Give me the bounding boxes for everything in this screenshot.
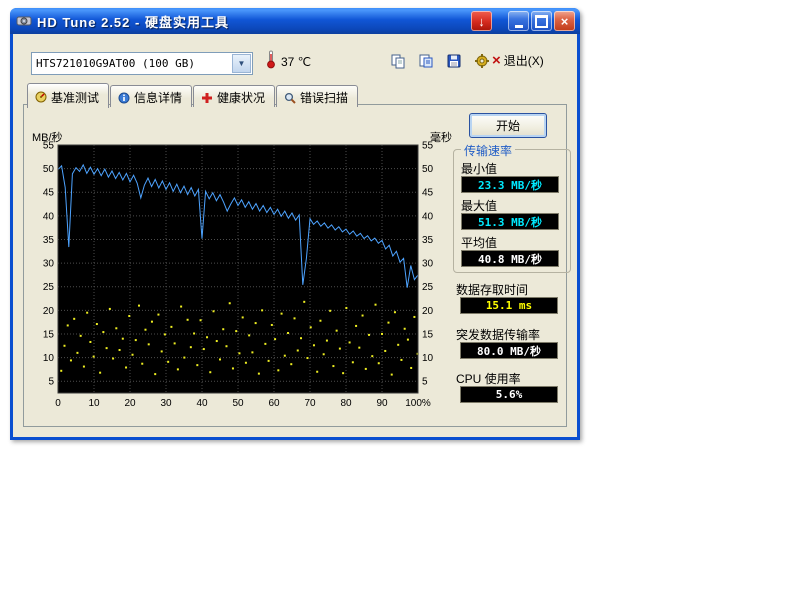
- options-button[interactable]: [472, 52, 492, 70]
- exit-label: 退出(X): [504, 52, 544, 69]
- svg-text:90: 90: [376, 398, 388, 409]
- transfer-rate-group: 传输速率 最小值 23.3 MB/秒 最大值 51.3 MB/秒 平均值 40.…: [453, 149, 571, 273]
- tab-info-label: 信息详情: [134, 89, 182, 106]
- svg-text:10: 10: [422, 353, 434, 364]
- svg-text:100%: 100%: [405, 398, 431, 409]
- tab-health[interactable]: 健康状况: [193, 85, 275, 107]
- minimize-icon: [515, 25, 523, 28]
- svg-text:40: 40: [43, 211, 55, 222]
- svg-text:70: 70: [304, 398, 316, 409]
- app-icon: [16, 13, 32, 29]
- burst-rate-value: 80.0 MB/秒: [460, 342, 558, 359]
- info-icon: [118, 92, 130, 104]
- svg-text:25: 25: [422, 282, 434, 293]
- max-label: 最大值: [461, 197, 497, 214]
- access-time-value: 15.1 ms: [460, 297, 558, 314]
- access-time-label: 数据存取时间: [456, 281, 528, 298]
- svg-text:50: 50: [422, 164, 434, 175]
- svg-text:50: 50: [232, 398, 244, 409]
- copy-text-icon: [418, 53, 434, 69]
- tab-info[interactable]: 信息详情: [110, 85, 192, 107]
- temperature-value: 37 ℃: [281, 55, 311, 69]
- min-label: 最小值: [461, 160, 497, 177]
- start-button[interactable]: 开始: [469, 113, 547, 138]
- cpu-usage-value: 5.6%: [460, 386, 558, 403]
- svg-text:40: 40: [196, 398, 208, 409]
- svg-text:30: 30: [43, 259, 55, 270]
- close-button[interactable]: ×: [554, 11, 575, 31]
- svg-text:0: 0: [55, 398, 61, 409]
- gear-icon: [474, 53, 490, 69]
- chevron-down-icon[interactable]: ▼: [232, 54, 251, 73]
- svg-text:10: 10: [43, 353, 55, 364]
- exit-x-icon: ×: [492, 54, 501, 68]
- copy-icon: [390, 53, 406, 69]
- thermometer-icon: [265, 50, 277, 69]
- toolbar-icons: [388, 52, 492, 70]
- svg-text:毫秒: 毫秒: [430, 131, 452, 144]
- cpu-usage-label: CPU 使用率: [456, 370, 521, 387]
- min-value: 23.3 MB/秒: [461, 176, 559, 193]
- svg-text:45: 45: [43, 188, 55, 199]
- svg-text:40: 40: [422, 211, 434, 222]
- title-bar[interactable]: HD Tune 2.52 - 硬盘实用工具 ↓ ×: [10, 8, 580, 34]
- avg-label: 平均值: [461, 234, 497, 251]
- svg-text:5: 5: [422, 377, 428, 388]
- svg-text:30: 30: [160, 398, 172, 409]
- svg-text:15: 15: [422, 329, 434, 340]
- svg-text:20: 20: [43, 306, 55, 317]
- hd-tune-window: HD Tune 2.52 - 硬盘实用工具 ↓ × HTS721010G9AT0…: [10, 8, 580, 440]
- desktop: HD Tune 2.52 - 硬盘实用工具 ↓ × HTS721010G9AT0…: [0, 0, 800, 600]
- health-cross-icon: [201, 92, 213, 104]
- save-button[interactable]: [444, 52, 464, 70]
- max-value: 51.3 MB/秒: [461, 213, 559, 230]
- benchmark-panel: 5555505045454040353530302525202015151010…: [23, 104, 567, 427]
- burst-rate-label: 突发数据传输率: [456, 326, 540, 343]
- svg-text:50: 50: [43, 164, 55, 175]
- svg-text:10: 10: [88, 398, 100, 409]
- svg-text:20: 20: [124, 398, 136, 409]
- svg-text:80: 80: [340, 398, 352, 409]
- capture-button[interactable]: ↓: [471, 11, 492, 31]
- tab-error-scan[interactable]: 错误扫描: [276, 85, 358, 107]
- maximize-button[interactable]: [531, 11, 552, 31]
- svg-text:45: 45: [422, 188, 434, 199]
- copy-button[interactable]: [388, 52, 408, 70]
- drive-select[interactable]: HTS721010G9AT00 (100 GB) ▼: [31, 52, 253, 75]
- svg-text:25: 25: [43, 282, 55, 293]
- tab-health-label: 健康状况: [217, 89, 265, 106]
- magnifier-icon: [284, 92, 296, 104]
- svg-text:15: 15: [43, 329, 55, 340]
- benchmark-chart: 5555505045454040353530302525202015151010…: [30, 131, 454, 431]
- drive-select-value: HTS721010G9AT00 (100 GB): [32, 57, 231, 70]
- minimize-button[interactable]: [508, 11, 529, 31]
- copy-text-button[interactable]: [416, 52, 436, 70]
- tab-error-scan-label: 错误扫描: [300, 89, 348, 106]
- tab-benchmark-label: 基准测试: [51, 89, 99, 106]
- svg-text:30: 30: [422, 259, 434, 270]
- transfer-rate-title: 传输速率: [461, 142, 515, 159]
- exit-button[interactable]: × 退出(X): [492, 52, 544, 69]
- tab-strip: 基准测试 信息详情 健康状况: [27, 83, 358, 107]
- svg-text:20: 20: [422, 306, 434, 317]
- save-icon: [446, 53, 462, 69]
- benchmark-icon: [35, 91, 47, 103]
- svg-text:MB/秒: MB/秒: [32, 131, 63, 144]
- window-title: HD Tune 2.52 - 硬盘实用工具: [37, 12, 229, 31]
- svg-text:35: 35: [43, 235, 55, 246]
- client-area: HTS721010G9AT00 (100 GB) ▼ 37 ℃: [13, 34, 577, 437]
- svg-text:60: 60: [268, 398, 280, 409]
- svg-text:5: 5: [48, 377, 54, 388]
- avg-value: 40.8 MB/秒: [461, 250, 559, 267]
- tab-benchmark[interactable]: 基准测试: [27, 83, 109, 108]
- maximize-icon: [535, 15, 548, 28]
- svg-text:35: 35: [422, 235, 434, 246]
